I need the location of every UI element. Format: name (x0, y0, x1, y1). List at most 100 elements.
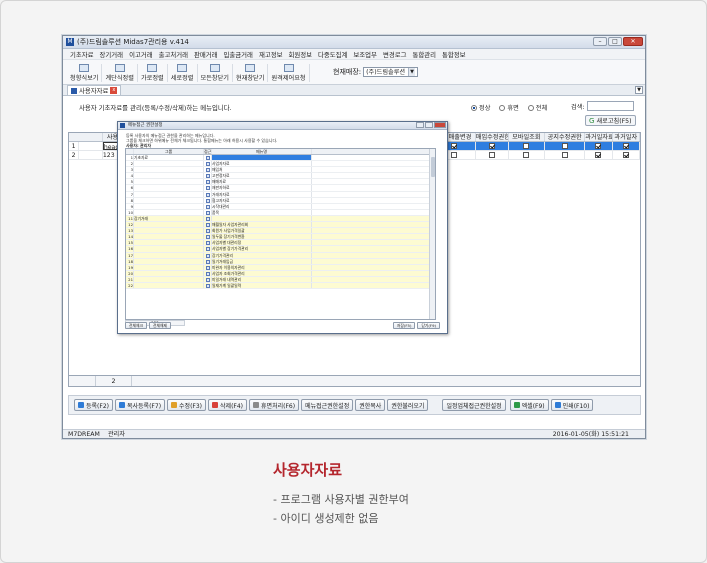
menu-item-7[interactable]: 회원정보 (288, 50, 312, 59)
menu-item-1[interactable]: 장기거래 (100, 50, 124, 59)
checkbox[interactable] (205, 192, 210, 197)
store-selector: 현재매장: (주)드림솔루션 ▼ (333, 67, 419, 77)
menu-item-4[interactable]: 판매거래 (194, 50, 218, 59)
action-button-7[interactable]: 권한불러오기 (387, 399, 429, 411)
checkbox[interactable] (205, 156, 210, 160)
menu-item-10[interactable]: 변경로그 (383, 50, 407, 59)
tab-list-dropdown[interactable]: ▼ (635, 86, 643, 94)
menu-item-11[interactable]: 통합관리 (412, 50, 436, 59)
checkbox[interactable] (205, 229, 210, 234)
store-dropdown[interactable]: (주)드림솔루션 ▼ (363, 67, 419, 77)
tab-user-data[interactable]: 사용자자료 x (67, 85, 122, 95)
checkbox[interactable] (488, 143, 495, 149)
maximize-button[interactable]: □ (608, 37, 622, 46)
action-button-2[interactable]: 수정(F3) (167, 399, 207, 411)
checkbox[interactable] (523, 152, 530, 158)
perm-group (134, 246, 204, 252)
action-button-0[interactable]: 등록(F2) (74, 399, 113, 411)
checkbox[interactable] (205, 253, 210, 258)
checkbox[interactable] (205, 162, 210, 167)
refresh-label: 새로고침(F5) (596, 118, 632, 125)
checkbox[interactable] (205, 174, 210, 179)
menu-item-9[interactable]: 보조업무 (353, 50, 377, 59)
toolbar-button-2[interactable]: 가로정렬 (138, 64, 168, 82)
checkbox[interactable] (561, 152, 568, 158)
toolbar-button-3[interactable]: 세로정렬 (168, 64, 198, 82)
menu-item-6[interactable]: 재고정보 (259, 50, 283, 59)
check-all-button[interactable]: 전체체크 (125, 322, 147, 329)
dialog-close-button[interactable] (434, 122, 446, 128)
action-button-8[interactable]: 일정업체접근권한설정 (442, 399, 506, 411)
action-button-4[interactable]: 휴면처리(F6) (249, 399, 300, 411)
perm-menu-name: 매입처 (212, 167, 312, 173)
radio-0[interactable]: 정상 (471, 103, 490, 112)
dialog-minimize-button[interactable] (416, 122, 424, 128)
checkbox[interactable] (205, 223, 210, 228)
checkbox[interactable] (622, 152, 629, 158)
radio-1[interactable]: 휴면 (499, 103, 519, 112)
menu-item-3[interactable]: 출고처거래 (159, 50, 188, 59)
action-button-6[interactable]: 권한복사 (355, 399, 386, 411)
menu-item-5[interactable]: 입출금거래 (224, 50, 253, 59)
tab-close-icon[interactable]: x (110, 87, 118, 94)
action-button-5[interactable]: 메뉴접근권한설정 (301, 399, 354, 411)
dialog-close-text-button[interactable]: 닫기(F9) (417, 322, 440, 329)
refresh-button[interactable]: G 새로고침(F5) (585, 115, 636, 126)
cell-check (585, 151, 613, 159)
checkbox[interactable] (205, 204, 210, 209)
checkbox[interactable] (205, 271, 210, 276)
checkbox[interactable] (205, 241, 210, 246)
row-indicator (79, 151, 103, 159)
checkbox[interactable] (205, 259, 210, 264)
checkbox[interactable] (561, 143, 568, 149)
checkbox[interactable] (451, 143, 458, 149)
checkbox[interactable] (622, 143, 629, 149)
perm-menu-name: 매월일자 사업자관리회 (212, 222, 312, 228)
toolbar-button-6[interactable]: 원격제어요청 (268, 64, 310, 82)
list-item[interactable]: 22 일재가계 일괄일력 (126, 282, 435, 290)
checkbox[interactable] (523, 143, 530, 149)
toolbar-button-1[interactable]: 계단식정렬 (102, 64, 138, 82)
search-input[interactable] (587, 101, 635, 111)
toolbar-button-0[interactable]: 청향식보기 (67, 64, 103, 82)
menu-item-2[interactable]: 이고거래 (129, 50, 153, 59)
checkbox[interactable] (205, 283, 210, 288)
checkbox[interactable] (205, 210, 210, 215)
checkbox[interactable] (205, 277, 210, 282)
toolbar-button-4[interactable]: 모든창닫기 (198, 64, 233, 82)
toolbar-button-5[interactable]: 현재창닫기 (233, 64, 269, 82)
checkbox[interactable] (205, 168, 210, 173)
checkbox[interactable] (488, 152, 495, 158)
checkbox[interactable] (205, 180, 210, 185)
checkbox[interactable] (595, 152, 602, 158)
dialog-save-button[interactable]: 저장(F5) (392, 322, 416, 329)
checkbox[interactable] (205, 198, 210, 203)
checkbox[interactable] (205, 235, 210, 240)
toolbar-label: 계단식정렬 (105, 75, 134, 82)
action-button-1[interactable]: 복사등록(F7) (115, 399, 166, 411)
checkbox[interactable] (595, 143, 602, 149)
perm-access (204, 185, 212, 191)
minimize-button[interactable]: – (593, 37, 607, 46)
dialog-scrollbar[interactable] (429, 149, 435, 319)
checkbox[interactable] (205, 186, 210, 191)
dialog-maximize-button[interactable] (425, 122, 433, 128)
checkbox[interactable] (451, 152, 458, 158)
uncheck-all-button[interactable]: 전체해제 (148, 322, 171, 329)
action-button-3[interactable]: 삭제(F4) (208, 399, 248, 411)
checkbox[interactable] (205, 247, 210, 252)
cell-check (545, 151, 586, 159)
action-button-10[interactable]: 인쇄(F10) (550, 399, 594, 411)
menu-item-12[interactable]: 통합정보 (442, 50, 466, 59)
menu-item-0[interactable]: 기초자료 (70, 50, 94, 59)
cell-check (509, 151, 546, 159)
perm-menu-name: 협고자자료 (212, 197, 312, 203)
close-button[interactable]: ✕ (623, 37, 643, 46)
radio-2[interactable]: 전체 (527, 103, 547, 112)
perm-row-no: 19 (126, 264, 134, 270)
perm-access (204, 215, 212, 222)
checkbox[interactable] (205, 265, 210, 270)
checkbox[interactable] (205, 216, 210, 221)
action-button-9[interactable]: 엑셀(F9) (509, 399, 549, 411)
menu-item-8[interactable]: 다중도집계 (318, 50, 347, 59)
